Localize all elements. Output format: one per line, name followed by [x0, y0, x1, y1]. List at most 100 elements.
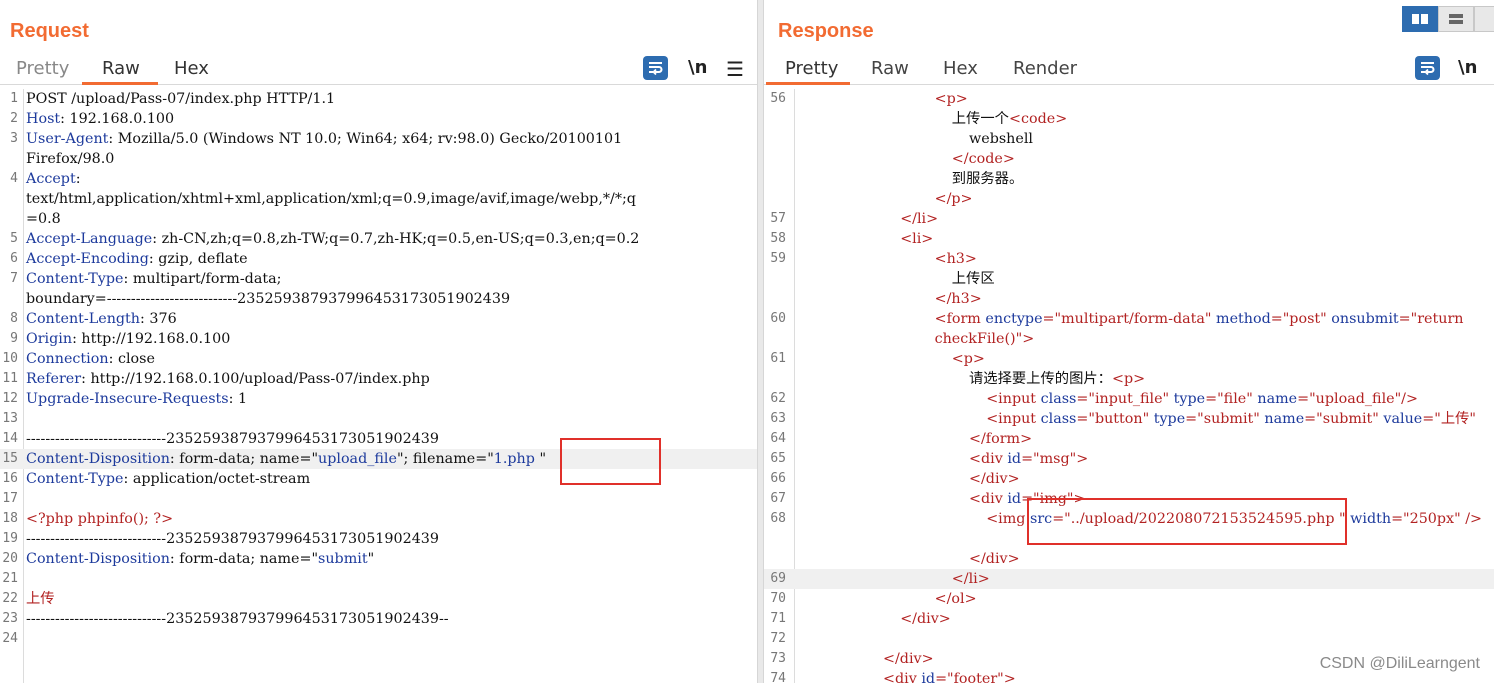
code-token: onsubmit [1331, 311, 1399, 327]
code-token: " [367, 551, 375, 567]
request-code-line: 9 Origin: http://192.168.0.100 [0, 329, 757, 349]
code-token: ="multipart/form-data" [1042, 311, 1217, 327]
code-token: <img [986, 511, 1030, 527]
code-text: </li> [900, 209, 938, 229]
uploaded-path-highlight-box [1027, 498, 1347, 545]
request-code-line: 13 [0, 409, 757, 429]
code-text: Origin: http://192.168.0.100 [26, 329, 230, 349]
request-menu-icon[interactable]: ☰ [726, 57, 744, 82]
code-text: Referer: http://192.168.0.100/upload/Pas… [26, 369, 430, 389]
response-code-line: 上传区 [764, 269, 1494, 289]
response-code-line: </h3> [764, 289, 1494, 309]
layout-side-by-side-button[interactable] [1402, 6, 1438, 32]
line-number: 16 [2, 471, 18, 486]
line-number: 72 [770, 631, 786, 646]
code-token: <?php phpinfo(); ?> [26, 511, 174, 527]
code-text: Content-Disposition: form-data; name="up… [26, 449, 546, 469]
line-number: 70 [770, 591, 786, 606]
request-tab-pretty[interactable]: Pretty [16, 58, 69, 83]
code-token: checkFile()"> [934, 331, 1035, 347]
request-tab-raw[interactable]: Raw [102, 58, 140, 83]
request-code-line: 20 Content-Disposition: form-data; name="… [0, 549, 757, 569]
response-newline-toggle[interactable]: \n [1458, 57, 1477, 78]
code-token: text/html,application/xhtml+xml,applicat… [26, 191, 636, 207]
response-code-line: </p> [764, 189, 1494, 209]
code-token: : gzip, deflate [148, 251, 248, 267]
request-editor[interactable]: 1 POST /upload/Pass-07/index.php HTTP/1.1… [0, 89, 757, 683]
line-number: 11 [2, 371, 18, 386]
request-code-line: =0.8 [0, 209, 757, 229]
response-active-tab-indicator [766, 82, 850, 85]
code-text: Content-Length: 376 [26, 309, 177, 329]
code-text: <input class="button" type="submit" name… [986, 409, 1476, 429]
code-token: 上传 [26, 591, 55, 607]
request-code-line: text/html,application/xhtml+xml,applicat… [0, 189, 757, 209]
request-pane: Request Pretty Raw Hex \n ☰ 1 POST /uploa… [0, 0, 757, 683]
code-token: : form-data; name=" [169, 551, 319, 567]
line-number: 57 [770, 211, 786, 226]
code-token: : 376 [140, 311, 177, 327]
code-token: : http://192.168.0.100/upload/Pass-07/in… [81, 371, 430, 387]
code-token: submit [318, 551, 368, 567]
code-token: name [1257, 391, 1298, 407]
request-wrap-lines-button[interactable] [643, 56, 668, 80]
line-number: 7 [10, 271, 18, 286]
code-text: </div> [900, 609, 951, 629]
response-tab-pretty[interactable]: Pretty [785, 58, 838, 83]
request-newline-toggle[interactable]: \n [688, 57, 707, 78]
code-token: ="msg"> [1021, 451, 1089, 467]
line-number: 67 [770, 491, 786, 506]
code-token: ="file" [1205, 391, 1258, 407]
code-token: <li> [900, 231, 934, 247]
response-editor[interactable]: 56 <p> 上传一个<code> webshell </code> 到服务器。 </p> 5… [764, 89, 1494, 683]
line-number: 74 [770, 671, 786, 683]
request-code-line: 1 POST /upload/Pass-07/index.php HTTP/1.1 [0, 89, 757, 109]
line-number: 24 [2, 631, 18, 646]
code-text: text/html,application/xhtml+xml,applicat… [26, 189, 636, 209]
response-tab-raw[interactable]: Raw [871, 58, 909, 83]
code-token: webshell [969, 131, 1034, 147]
request-code-line: 10 Connection: close [0, 349, 757, 369]
response-code-line: 70 </ol> [764, 589, 1494, 609]
line-number: 1 [10, 91, 18, 106]
response-code-line: 66 </div> [764, 469, 1494, 489]
code-token: ="footer"> [935, 671, 1016, 683]
code-text: 上传 [26, 589, 55, 609]
code-token: Firefox/98.0 [26, 151, 115, 167]
code-token: <input [986, 411, 1041, 427]
code-text: -----------------------------23525938793… [26, 429, 439, 449]
layout-stacked-button[interactable] [1438, 6, 1474, 32]
line-number: 60 [770, 311, 786, 326]
code-text: </div> [883, 649, 934, 669]
code-text: <li> [900, 229, 933, 249]
code-token: </ol> [934, 591, 977, 607]
response-tab-render[interactable]: Render [1013, 58, 1077, 83]
code-token: 请选择要上传的图片： [969, 371, 1112, 387]
code-token: : close [108, 351, 155, 367]
code-token: : zh-CN,zh;q=0.8,zh-TW;q=0.7,zh-HK;q=0.5… [152, 231, 640, 247]
request-tab-hex[interactable]: Hex [174, 58, 209, 83]
code-text: 到服务器。 [952, 169, 1023, 189]
response-code-line: </code> [764, 149, 1494, 169]
code-text: <p> [935, 89, 968, 109]
code-token: : 1 [228, 391, 248, 407]
response-wrap-lines-button[interactable] [1415, 56, 1440, 80]
response-code-line: 62 <input class="input_file" type="file" … [764, 389, 1494, 409]
code-token: <div [969, 491, 1008, 507]
code-text: </li> [952, 569, 990, 589]
line-number: 8 [10, 311, 18, 326]
request-active-tab-indicator [82, 82, 158, 85]
request-code-line: 22 上传 [0, 589, 757, 609]
response-tab-hex[interactable]: Hex [943, 58, 978, 83]
code-token: <form [934, 311, 986, 327]
code-token: ="button" [1076, 411, 1154, 427]
pane-divider[interactable] [757, 0, 764, 683]
response-title: Response [778, 20, 874, 42]
code-token: Content-Disposition [26, 451, 170, 467]
request-code-line: 19 -----------------------------235259387… [0, 529, 757, 549]
code-text: webshell [969, 129, 1033, 149]
code-token: Content-Type [26, 271, 124, 287]
layout-single-button[interactable] [1474, 6, 1494, 32]
request-code-line: 6 Accept-Encoding: gzip, deflate [0, 249, 757, 269]
request-code-line: 12 Upgrade-Insecure-Requests: 1 [0, 389, 757, 409]
